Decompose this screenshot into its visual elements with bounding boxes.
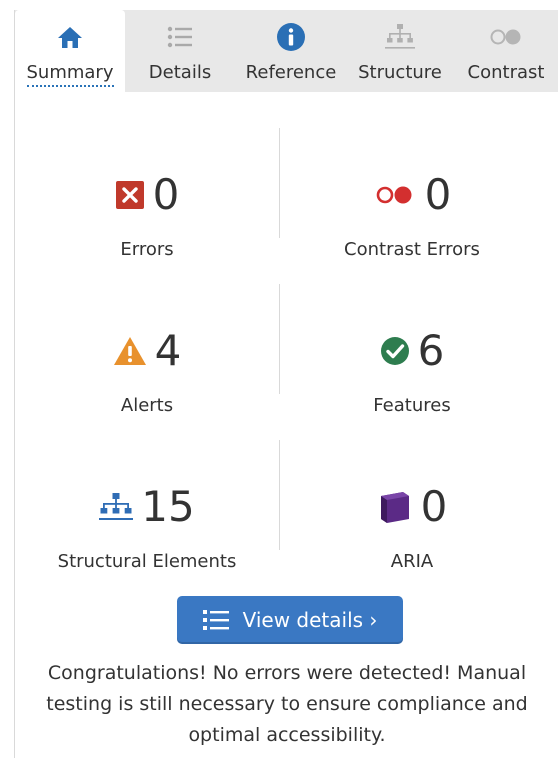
stat-value: 15 <box>99 481 195 531</box>
stats-row: 4 Alerts 6 Features <box>15 276 545 432</box>
view-details-button[interactable]: View details › <box>177 596 403 644</box>
tab-label: Summary <box>26 62 114 87</box>
contrast-errors-label: Contrast Errors <box>344 239 480 260</box>
tab-label: Reference <box>245 62 337 83</box>
stats-row: 15 Structural Elements 0 ARIA <box>15 432 545 588</box>
stat-value: 6 <box>380 325 445 375</box>
hierarchy-icon <box>385 22 415 52</box>
structural-count: 15 <box>141 481 195 531</box>
aria-label: ARIA <box>390 551 434 572</box>
contrast-error-icon <box>373 183 417 207</box>
contrast-icon <box>489 22 523 52</box>
stat-structural-elements[interactable]: 15 Structural Elements <box>15 432 279 572</box>
stat-aria[interactable]: 0 ARIA <box>280 432 544 572</box>
tab-label: Contrast <box>467 62 545 83</box>
stat-value: 0 <box>377 481 448 531</box>
tab-label: Structure <box>358 62 442 83</box>
stat-features[interactable]: 6 Features <box>280 276 544 416</box>
alerts-label: Alerts <box>120 395 174 416</box>
tab-details[interactable]: Details <box>125 10 235 92</box>
stat-value: 0 <box>373 169 452 219</box>
aria-cube-icon <box>377 489 413 525</box>
stat-value: 0 <box>115 169 180 219</box>
error-x-icon <box>115 180 145 210</box>
stat-contrast-errors[interactable]: 0 Contrast Errors <box>280 120 544 260</box>
features-count: 6 <box>417 325 445 375</box>
stat-alerts[interactable]: 4 Alerts <box>15 276 279 416</box>
summary-stats: 0 Errors 0 Contrast Errors 4 Alerts 6 Fe… <box>15 120 545 588</box>
structure-icon <box>99 492 134 522</box>
check-circle-icon <box>380 336 410 366</box>
stat-errors[interactable]: 0 Errors <box>15 120 279 260</box>
errors-count: 0 <box>152 169 180 219</box>
tab-reference[interactable]: Reference <box>235 10 347 92</box>
tab-bar: Summary Details Reference Structure Cont… <box>15 10 558 92</box>
tab-structure[interactable]: Structure <box>347 10 453 92</box>
aria-count: 0 <box>420 481 448 531</box>
tab-contrast[interactable]: Contrast <box>453 10 558 92</box>
summary-message: Congratulations! No errors were detected… <box>46 662 528 746</box>
features-label: Features <box>373 395 451 416</box>
tab-label: Details <box>148 62 212 83</box>
contrast-errors-count: 0 <box>424 169 452 219</box>
wave-panel: Summary Details Reference Structure Cont… <box>14 10 558 758</box>
home-icon <box>57 22 83 52</box>
stat-value: 4 <box>113 325 182 375</box>
alerts-count: 4 <box>154 325 182 375</box>
tab-summary[interactable]: Summary <box>15 10 125 92</box>
stats-row: 0 Errors 0 Contrast Errors <box>15 120 545 276</box>
alert-triangle-icon <box>113 336 147 366</box>
view-details-label: View details › <box>242 608 378 632</box>
errors-label: Errors <box>120 239 174 260</box>
list-icon <box>202 609 229 631</box>
info-icon <box>276 22 306 52</box>
list-icon <box>166 22 194 52</box>
structural-label: Structural Elements <box>57 551 237 572</box>
